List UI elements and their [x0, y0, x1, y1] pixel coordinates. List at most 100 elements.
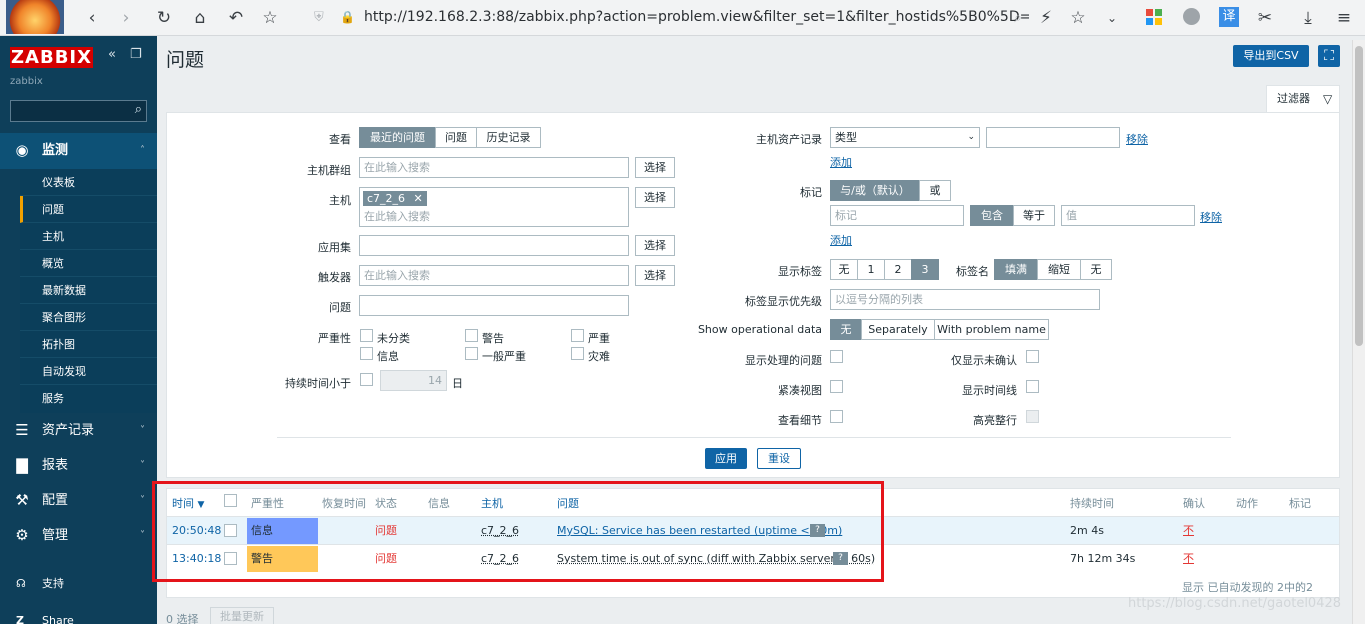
- tag-op-equals[interactable]: 等于: [1013, 205, 1055, 226]
- severity-checkbox-not-classified[interactable]: [360, 329, 373, 342]
- show-tags-3[interactable]: 3: [911, 259, 939, 280]
- view-history[interactable]: 历史记录: [476, 127, 541, 148]
- problem-input[interactable]: [359, 295, 629, 316]
- trigger-select-button[interactable]: 选择: [635, 265, 675, 286]
- menu-inventory[interactable]: ☰ 资产记录 ˅: [0, 413, 157, 448]
- host-groups-select-button[interactable]: 选择: [635, 157, 675, 178]
- collapse-sidebar-icon[interactable]: «: [108, 47, 116, 62]
- tags-operator-and-or[interactable]: 与/或（默认）: [830, 180, 920, 201]
- globe-icon[interactable]: [1183, 8, 1200, 25]
- tag-name-none[interactable]: 无: [1080, 259, 1112, 280]
- scissors-icon[interactable]: ✂: [1253, 6, 1277, 30]
- tag-priority-input[interactable]: 以逗号分隔的列表: [830, 289, 1100, 310]
- tag-name-input[interactable]: 标记: [830, 205, 964, 226]
- tag-name-shortened[interactable]: 缩短: [1037, 259, 1081, 280]
- lightning-icon[interactable]: ⚡: [1034, 6, 1058, 30]
- tag-add-link[interactable]: 添加: [830, 232, 852, 248]
- age-days-input[interactable]: 14: [380, 370, 447, 391]
- submenu-problems[interactable]: 问题: [20, 196, 157, 223]
- severity-checkbox-high[interactable]: [571, 329, 584, 342]
- hide-sidebar-icon[interactable]: ❐: [130, 47, 142, 62]
- severity-checkbox-information[interactable]: [360, 347, 373, 360]
- tags-operator-or[interactable]: 或: [919, 180, 951, 201]
- tag-name-full[interactable]: 填满: [994, 259, 1038, 280]
- zabbix-logo[interactable]: ZABBIX: [10, 47, 93, 68]
- opdata-separately[interactable]: Separately: [861, 319, 935, 340]
- favorite-star-icon[interactable]: ☆: [258, 6, 282, 30]
- age-checkbox[interactable]: [360, 373, 373, 386]
- opdata-none[interactable]: 无: [830, 319, 862, 340]
- menu-icon[interactable]: ≡: [1332, 6, 1356, 30]
- bookmark-star-icon[interactable]: ☆: [1066, 6, 1090, 30]
- show-suppressed-checkbox[interactable]: [830, 350, 843, 363]
- browser-avatar-icon[interactable]: [6, 0, 64, 34]
- submenu-maps[interactable]: 拓扑图: [20, 331, 157, 358]
- inventory-field-select[interactable]: 类型 ⌄: [830, 127, 980, 148]
- submenu-screens[interactable]: 聚合图形: [20, 304, 157, 331]
- chevron-down-icon[interactable]: ⌄: [1100, 6, 1124, 30]
- severity-checkbox-disaster[interactable]: [571, 347, 584, 360]
- show-tags-1[interactable]: 1: [857, 259, 885, 280]
- menu-configuration[interactable]: ⚒ 配置 ˅: [0, 483, 157, 518]
- menu-share[interactable]: Z Share: [0, 606, 157, 624]
- ack-link[interactable]: 不: [1183, 545, 1194, 572]
- hosts-select-button[interactable]: 选择: [635, 187, 675, 208]
- menu-monitoring[interactable]: ◉ 监测 ˄: [0, 133, 157, 169]
- back-icon[interactable]: ‹: [80, 6, 104, 30]
- apps-icon[interactable]: [1146, 9, 1162, 25]
- menu-administration[interactable]: ⚙ 管理 ˅: [0, 518, 157, 553]
- highlight-row-checkbox[interactable]: [1026, 410, 1039, 423]
- scrollbar-thumb[interactable]: [1355, 46, 1363, 346]
- submenu-hosts[interactable]: 主机: [20, 223, 157, 250]
- shield-icon: ⛨: [314, 10, 324, 25]
- export-csv-button[interactable]: 导出到CSV: [1233, 45, 1309, 67]
- apply-button[interactable]: 应用: [705, 448, 747, 469]
- tag-value-input[interactable]: 值: [1061, 205, 1195, 226]
- submenu-services[interactable]: 服务: [20, 385, 157, 412]
- inventory-value-input[interactable]: [986, 127, 1120, 148]
- compact-view-checkbox[interactable]: [830, 380, 843, 393]
- severity-checkbox-average[interactable]: [465, 347, 478, 360]
- scrollbar[interactable]: [1352, 40, 1365, 624]
- menu-reports[interactable]: ▇ 报表 ˅: [0, 448, 157, 483]
- show-tags-none[interactable]: 无: [830, 259, 858, 280]
- opdata-with-problem-name[interactable]: With problem name: [934, 319, 1049, 340]
- view-problems[interactable]: 问题: [435, 127, 477, 148]
- menu-support[interactable]: ☊ 支持: [0, 569, 157, 599]
- fullscreen-icon[interactable]: ⛶: [1318, 45, 1340, 67]
- tag-op-contains[interactable]: 包含: [970, 205, 1014, 226]
- download-icon[interactable]: ⤓: [1296, 6, 1320, 30]
- show-tags-2[interactable]: 2: [884, 259, 912, 280]
- host-groups-input[interactable]: 在此输入搜索: [359, 157, 629, 178]
- trigger-input[interactable]: 在此输入搜索: [359, 265, 629, 286]
- filter-tab[interactable]: 过滤器 ▽: [1266, 85, 1340, 113]
- search-icon[interactable]: ⌕: [135, 102, 142, 117]
- mass-update-button[interactable]: 批量更新: [210, 607, 274, 624]
- submenu-discovery[interactable]: 自动发现: [20, 358, 157, 385]
- forward-icon[interactable]: ›: [114, 6, 138, 30]
- details-checkbox[interactable]: [830, 410, 843, 423]
- reset-button[interactable]: 重设: [757, 448, 801, 469]
- home-icon[interactable]: ⌂: [188, 6, 212, 30]
- hosts-multiselect[interactable]: c7_2_6 ✕ 在此输入搜索: [359, 187, 629, 227]
- inventory-add-link[interactable]: 添加: [830, 154, 852, 170]
- reload-icon[interactable]: ↻: [152, 6, 176, 30]
- application-select-button[interactable]: 选择: [635, 235, 675, 256]
- submenu-latest-data[interactable]: 最新数据: [20, 277, 157, 304]
- ack-link[interactable]: 不: [1183, 517, 1194, 544]
- submenu-overview[interactable]: 概览: [20, 250, 157, 277]
- inventory-remove-link[interactable]: 移除: [1126, 131, 1148, 147]
- submenu-dashboard[interactable]: 仪表板: [20, 169, 157, 196]
- address-bar[interactable]: ⛨ 🔒 http://192.168.2.3:88/zabbix.php?act…: [300, 5, 1040, 30]
- timeline-checkbox[interactable]: [1026, 380, 1039, 393]
- sidebar-search-input[interactable]: ⌕: [10, 100, 147, 122]
- unack-only-checkbox[interactable]: [1026, 350, 1039, 363]
- remove-tag-icon[interactable]: ✕: [414, 192, 423, 205]
- search-icon[interactable]: ⌕: [1006, 6, 1030, 30]
- view-recent-problems[interactable]: 最近的问题: [359, 127, 436, 148]
- severity-checkbox-warning[interactable]: [465, 329, 478, 342]
- application-input[interactable]: [359, 235, 629, 256]
- translate-icon[interactable]: 译: [1219, 7, 1239, 27]
- tag-remove-link[interactable]: 移除: [1200, 209, 1222, 225]
- undo-icon[interactable]: ↶: [224, 6, 248, 30]
